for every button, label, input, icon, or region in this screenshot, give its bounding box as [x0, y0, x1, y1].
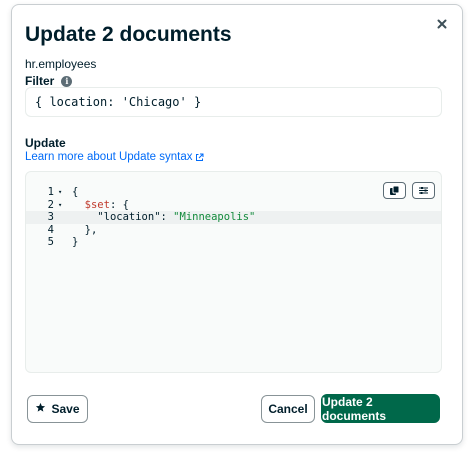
external-link-icon: [195, 153, 204, 162]
update-label: Update: [25, 136, 66, 150]
save-button[interactable]: Save: [27, 395, 88, 423]
update-documents-modal: Update 2 documents hr.employees Filter i…: [11, 4, 463, 445]
code-line: 3 "location": "Minneapolis": [26, 211, 441, 224]
star-icon: [35, 402, 46, 416]
line-number: 5: [47, 236, 54, 248]
update-code-editor[interactable]: 1 ▾{2 ▾ $set: {3 "location": "Minneapolis"…: [25, 171, 442, 373]
cancel-button[interactable]: Cancel: [261, 395, 315, 423]
info-icon[interactable]: i: [61, 75, 73, 87]
fold-toggle-icon[interactable]: ▾: [58, 199, 62, 212]
line-number: 2: [47, 198, 54, 211]
namespace-label: hr.employees: [25, 57, 97, 71]
fold-toggle-icon[interactable]: ▾: [58, 186, 62, 199]
code-text: $set: {: [84, 198, 129, 211]
filter-query-field: { location: 'Chicago' }: [25, 87, 442, 117]
code-text: },: [72, 223, 98, 236]
learn-more-text: Learn more about Update syntax: [25, 151, 193, 163]
settings-icon[interactable]: [412, 182, 435, 199]
line-number: 3: [47, 211, 54, 223]
code-line: 4 },: [26, 224, 441, 237]
close-icon[interactable]: [432, 14, 452, 34]
save-label: Save: [51, 402, 80, 416]
filter-heading: Filter i: [25, 74, 73, 88]
modal-title: Update 2 documents: [25, 23, 232, 46]
code-line: 2 ▾ $set: {: [26, 199, 441, 212]
line-number: 1: [47, 186, 54, 198]
code-text: }: [72, 236, 79, 248]
code-text: "location": "Minneapolis": [97, 211, 256, 223]
code-line: 5}: [26, 236, 441, 249]
code-line: 1 ▾ {: [26, 186, 441, 199]
filter-label: Filter: [25, 74, 55, 88]
learn-more-link[interactable]: Learn more about Update syntax: [25, 151, 204, 163]
code-text: {: [72, 186, 79, 198]
line-number: 4: [47, 223, 54, 236]
update-documents-button[interactable]: Update 2 documents: [321, 394, 440, 423]
copy-icon[interactable]: [383, 182, 406, 199]
